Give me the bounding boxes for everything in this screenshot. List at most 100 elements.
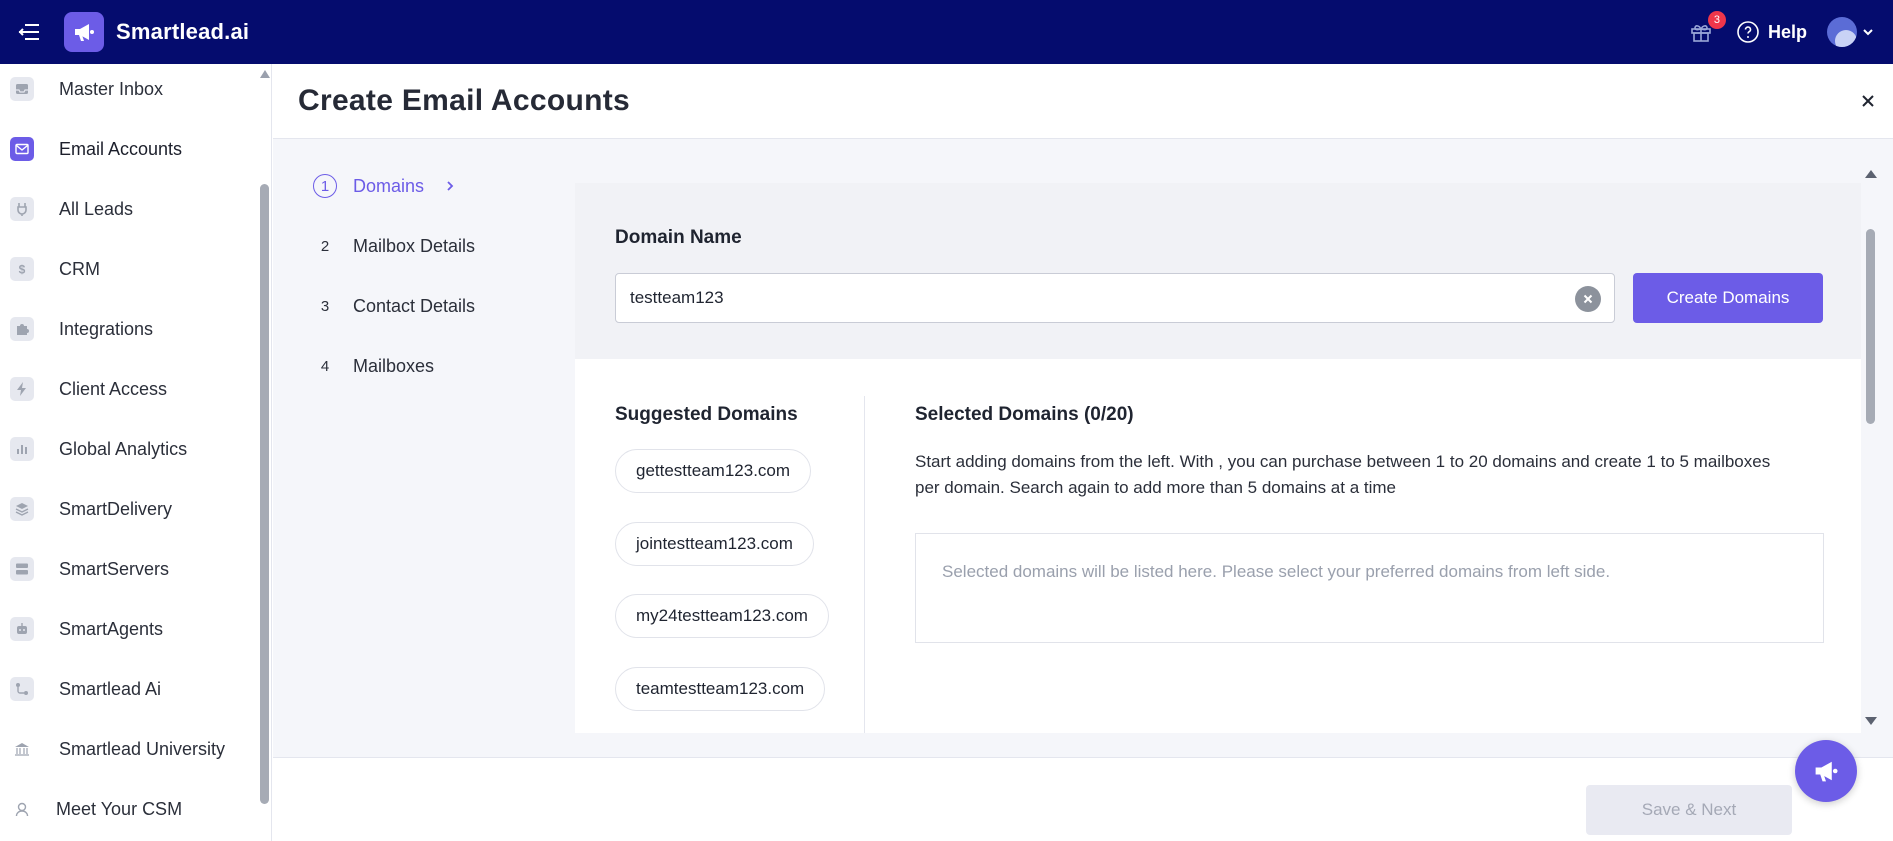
step-mailboxes[interactable]: 4 Mailboxes — [313, 351, 434, 381]
sidebar-item-integrations[interactable]: Integrations — [0, 309, 255, 349]
clear-input-button[interactable] — [1575, 286, 1601, 312]
sidebar-item-email-accounts[interactable]: Email Accounts — [0, 129, 255, 169]
sidebar-item-label: SmartDelivery — [59, 498, 173, 519]
flow-icon — [10, 677, 34, 701]
logo[interactable] — [64, 12, 104, 52]
user-menu[interactable] — [1827, 17, 1875, 47]
sidebar-item-label: SmartAgents — [59, 618, 164, 639]
help-icon — [1737, 21, 1759, 43]
wizard-footer: Save & Next — [273, 757, 1893, 841]
sidebar-item-smartagents[interactable]: SmartAgents — [0, 609, 255, 649]
save-next-button[interactable]: Save & Next — [1586, 785, 1792, 835]
sidebar-item-label: SmartServers — [59, 558, 170, 579]
step-label: Domains — [353, 175, 425, 196]
puzzle-icon — [10, 317, 34, 341]
sidebar-item-smartlead-university[interactable]: Smartlead University — [0, 729, 255, 769]
step-number: 1 — [313, 174, 337, 198]
sidebar: Master Inbox Email Accounts All Leads $ … — [0, 64, 272, 841]
gift-button[interactable]: 3 — [1686, 11, 1726, 47]
close-button[interactable] — [1855, 88, 1881, 114]
sidebar-item-client-access[interactable]: Client Access — [0, 369, 255, 409]
selected-domains-description: Start adding domains from the left. With… — [915, 452, 1771, 497]
notification-badge: 3 — [1707, 11, 1726, 29]
page-header: Create Email Accounts — [273, 64, 1893, 139]
step-number: 3 — [320, 297, 330, 315]
hamburger-menu-icon — [18, 24, 39, 40]
content-scrollbar[interactable] — [1861, 164, 1879, 734]
mail-icon — [10, 137, 34, 161]
sidebar-item-label: Master Inbox — [59, 78, 164, 99]
server-icon — [10, 557, 34, 581]
logo-megaphone-icon — [75, 24, 94, 41]
sidebar-item-label: Integrations — [59, 318, 154, 339]
sidebar-item-smartlead-ai[interactable]: Smartlead Ai — [0, 669, 255, 709]
sidebar-item-label: Smartlead University — [59, 738, 226, 759]
step-number: 4 — [320, 357, 330, 375]
sidebar-item-label: All Leads — [59, 198, 134, 219]
domain-name-input[interactable] — [615, 273, 1615, 323]
headset-icon — [10, 797, 34, 821]
avatar — [1827, 17, 1857, 47]
bolt-icon — [10, 377, 34, 401]
selected-domains-title: Selected Domains (0/20) — [915, 404, 1134, 425]
page-title: Create Email Accounts — [298, 84, 630, 117]
suggested-domain-chip[interactable]: teamtestteam123.com — [615, 667, 826, 711]
help-label: Help — [1767, 21, 1807, 42]
step-number: 2 — [320, 237, 330, 255]
sidebar-item-master-inbox[interactable]: Master Inbox — [0, 69, 255, 109]
megaphone-icon — [1815, 761, 1838, 782]
scroll-down-icon[interactable] — [1865, 717, 1877, 725]
step-label: Contact Details — [353, 295, 476, 316]
selected-domains-placeholder: Selected domains will be listed here. Pl… — [942, 562, 1611, 581]
sidebar-item-label: Global Analytics — [59, 438, 188, 459]
content-scrollbar-thumb[interactable] — [1866, 229, 1875, 424]
suggested-domain-chip[interactable]: my24testteam123.com — [615, 594, 829, 638]
chevron-right-icon — [447, 181, 454, 191]
sidebar-item-label: CRM — [59, 258, 100, 279]
inbox-icon — [10, 77, 34, 101]
create-domains-button[interactable]: Create Domains — [1633, 273, 1823, 323]
sidebar-item-global-analytics[interactable]: Global Analytics — [0, 429, 255, 469]
sidebar-item-smartservers[interactable]: SmartServers — [0, 549, 255, 589]
selected-domains-list: Selected domains will be listed here. Pl… — [915, 533, 1824, 643]
hamburger-menu-button[interactable] — [8, 11, 50, 53]
sidebar-item-label: Smartlead Ai — [59, 678, 162, 699]
sidebar-scrollbar-thumb[interactable] — [260, 184, 269, 804]
scroll-up-icon[interactable] — [260, 70, 270, 78]
layers-icon — [10, 497, 34, 521]
svg-text:$: $ — [19, 263, 26, 277]
sidebar-scrollbar[interactable] — [259, 64, 271, 841]
sidebar-item-label: Client Access — [59, 378, 168, 399]
help-button[interactable]: Help — [1736, 20, 1807, 44]
chevron-down-icon — [1863, 29, 1873, 36]
step-label: Mailboxes — [353, 355, 435, 376]
university-icon — [10, 737, 34, 761]
sidebar-item-label: Meet Your CSM — [56, 798, 183, 819]
sidebar-item-label: Email Accounts — [59, 138, 183, 159]
step-label: Mailbox Details — [353, 235, 476, 256]
domains-content-panel: Domain Name Create Domains Suggested Dom… — [575, 183, 1861, 733]
sidebar-item-all-leads[interactable]: All Leads — [0, 189, 255, 229]
scroll-up-icon[interactable] — [1865, 170, 1877, 178]
robot-icon — [10, 617, 34, 641]
plug-icon — [10, 197, 34, 221]
domain-name-panel: Domain Name Create Domains — [575, 183, 1861, 359]
domain-name-label: Domain Name — [615, 227, 742, 248]
sidebar-item-smartdelivery[interactable]: SmartDelivery — [0, 489, 255, 529]
clear-icon — [1583, 294, 1593, 304]
chat-support-button[interactable] — [1795, 740, 1857, 802]
top-navbar: Smartlead.ai 3 Help — [0, 0, 1893, 64]
suggested-domain-chip[interactable]: gettestteam123.com — [615, 449, 812, 493]
step-mailbox-details[interactable]: 2 Mailbox Details — [313, 231, 475, 261]
bar-chart-icon — [10, 437, 34, 461]
suggested-domain-chip[interactable]: jointestteam123.com — [615, 522, 814, 566]
close-icon — [1862, 95, 1874, 107]
step-domains[interactable]: 1 Domains — [313, 171, 456, 201]
sidebar-item-meet-your-csm[interactable]: Meet Your CSM — [0, 789, 255, 829]
step-contact-details[interactable]: 3 Contact Details — [313, 291, 475, 321]
divider — [864, 396, 865, 733]
dollar-icon: $ — [10, 257, 34, 281]
brand-name: Smartlead.ai — [116, 19, 250, 44]
sidebar-item-crm[interactable]: $ CRM — [0, 249, 255, 289]
suggested-domains-title: Suggested Domains — [615, 404, 798, 425]
